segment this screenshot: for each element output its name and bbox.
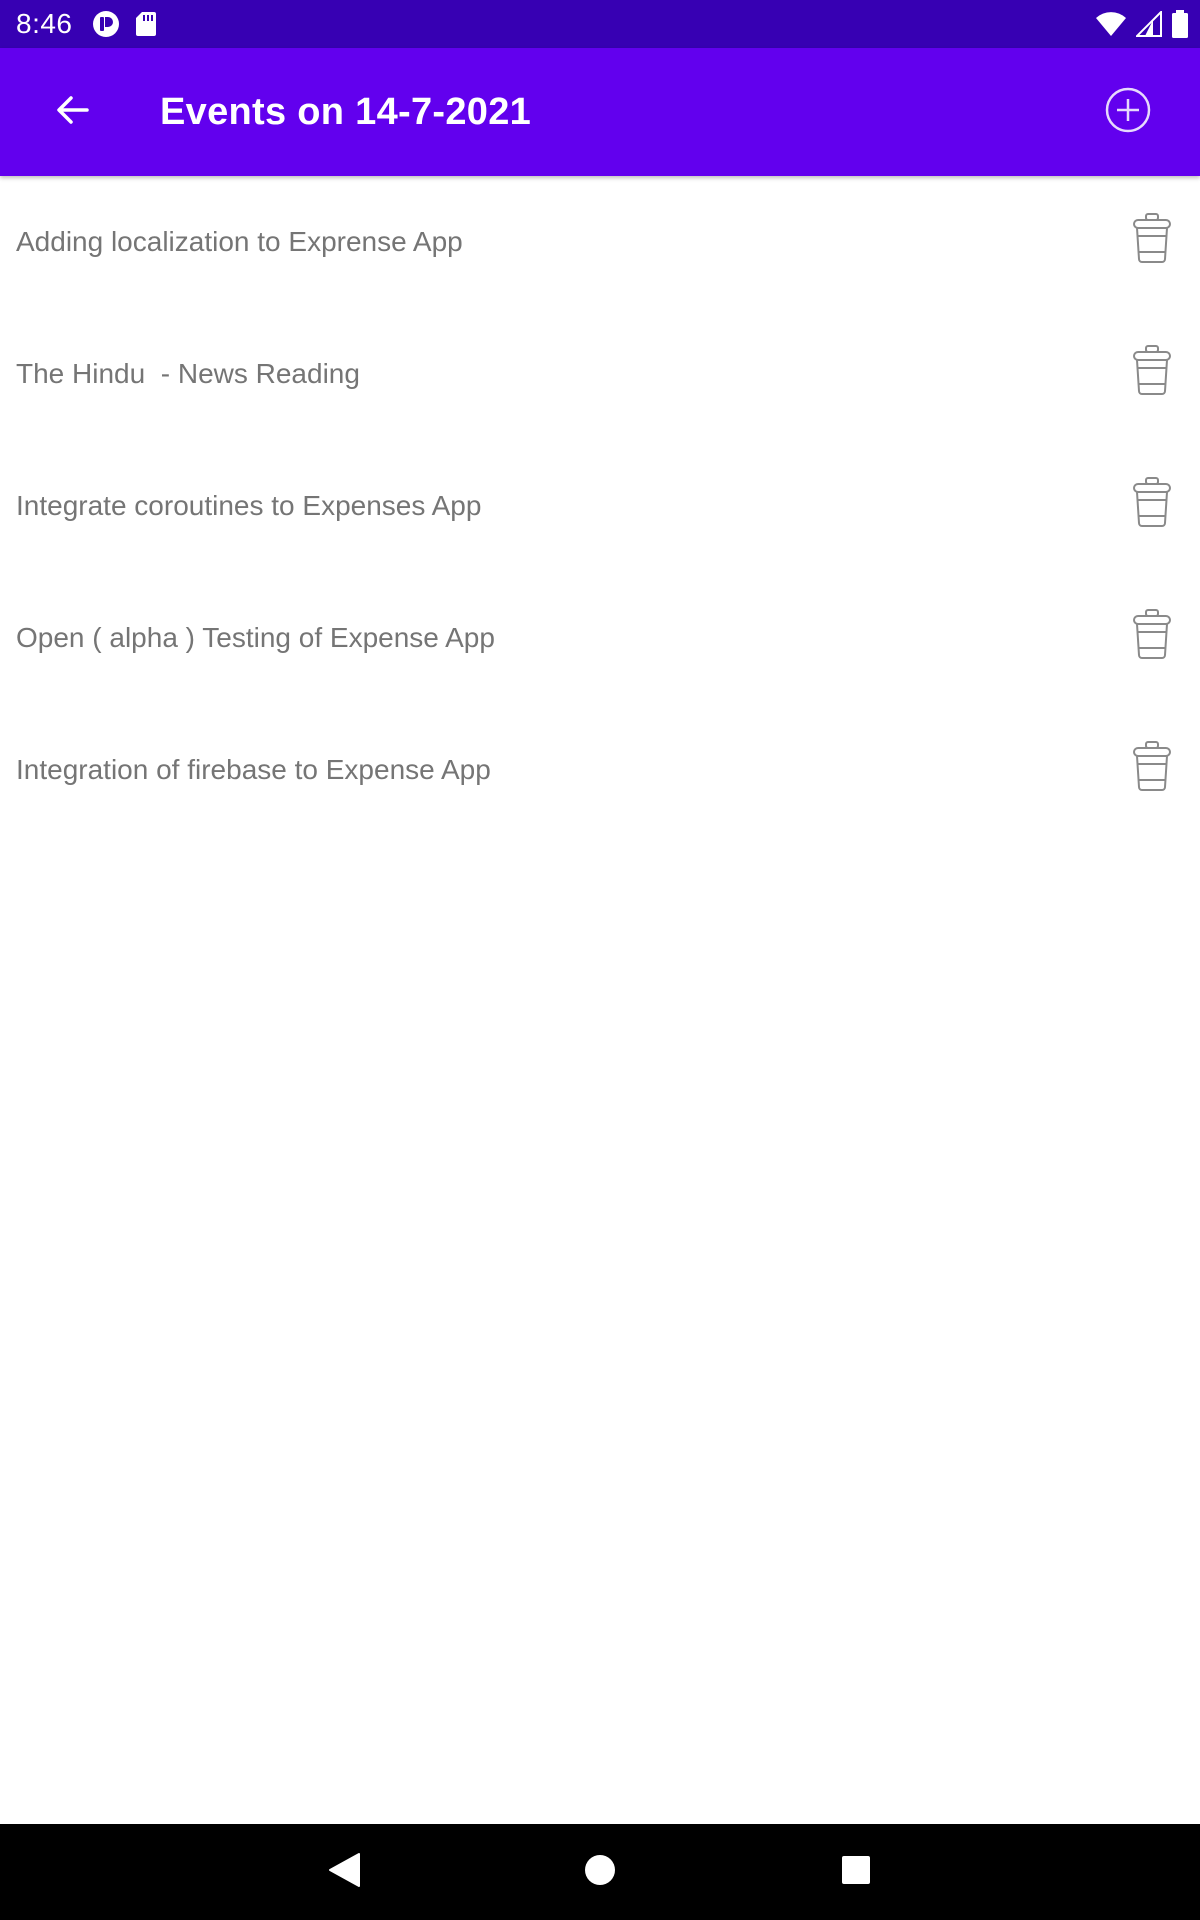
delete-event-button[interactable]: [1122, 606, 1182, 666]
list-item[interactable]: Adding localization to Exprense App: [0, 176, 1200, 308]
back-button[interactable]: [36, 76, 108, 148]
event-title: Open ( alpha ) Testing of Expense App: [16, 622, 495, 653]
nav-recents-icon: [840, 1854, 872, 1891]
sd-card-icon: [134, 10, 158, 38]
event-title: Integrate coroutines to Expenses App: [16, 490, 482, 521]
delete-event-button[interactable]: [1122, 210, 1182, 270]
delete-icon: [1130, 212, 1174, 269]
wifi-icon: [1096, 11, 1126, 37]
event-list: Adding localization to Exprense App The …: [0, 176, 1200, 836]
delete-icon: [1130, 476, 1174, 533]
delete-event-button[interactable]: [1122, 342, 1182, 402]
delete-icon: [1130, 740, 1174, 797]
event-title: The Hindu - News Reading: [16, 358, 360, 389]
nav-recents-button[interactable]: [832, 1848, 880, 1896]
app-bar: Events on 14-7-2021: [0, 48, 1200, 176]
add-event-button[interactable]: [1092, 76, 1164, 148]
list-item[interactable]: Integration of firebase to Expense App: [0, 704, 1200, 836]
delete-event-button[interactable]: [1122, 474, 1182, 534]
event-title: Integration of firebase to Expense App: [16, 754, 491, 785]
delete-icon: [1130, 608, 1174, 665]
status-system-icons: [1096, 10, 1188, 38]
status-notification-icons: [92, 10, 158, 38]
page-title: Events on 14-7-2021: [160, 91, 532, 133]
status-time: 8:46: [16, 8, 73, 39]
delete-icon: [1130, 344, 1174, 401]
cell-signal-icon: [1136, 11, 1162, 37]
nav-back-button[interactable]: [320, 1848, 368, 1896]
event-title: Adding localization to Exprense App: [16, 226, 463, 257]
list-item[interactable]: The Hindu - News Reading: [0, 308, 1200, 440]
arrow-back-icon: [54, 92, 90, 133]
nav-back-icon: [327, 1852, 361, 1893]
nav-home-button[interactable]: [576, 1848, 624, 1896]
battery-icon: [1172, 10, 1188, 38]
list-item[interactable]: Integrate coroutines to Expenses App: [0, 440, 1200, 572]
status-bar: 8:46: [0, 0, 1200, 48]
add-circle-icon: [1104, 86, 1152, 139]
nav-home-icon: [584, 1854, 616, 1891]
delete-event-button[interactable]: [1122, 738, 1182, 798]
list-item[interactable]: Open ( alpha ) Testing of Expense App: [0, 572, 1200, 704]
system-nav-bar: [0, 1824, 1200, 1920]
notification-app-icon: [92, 10, 120, 38]
